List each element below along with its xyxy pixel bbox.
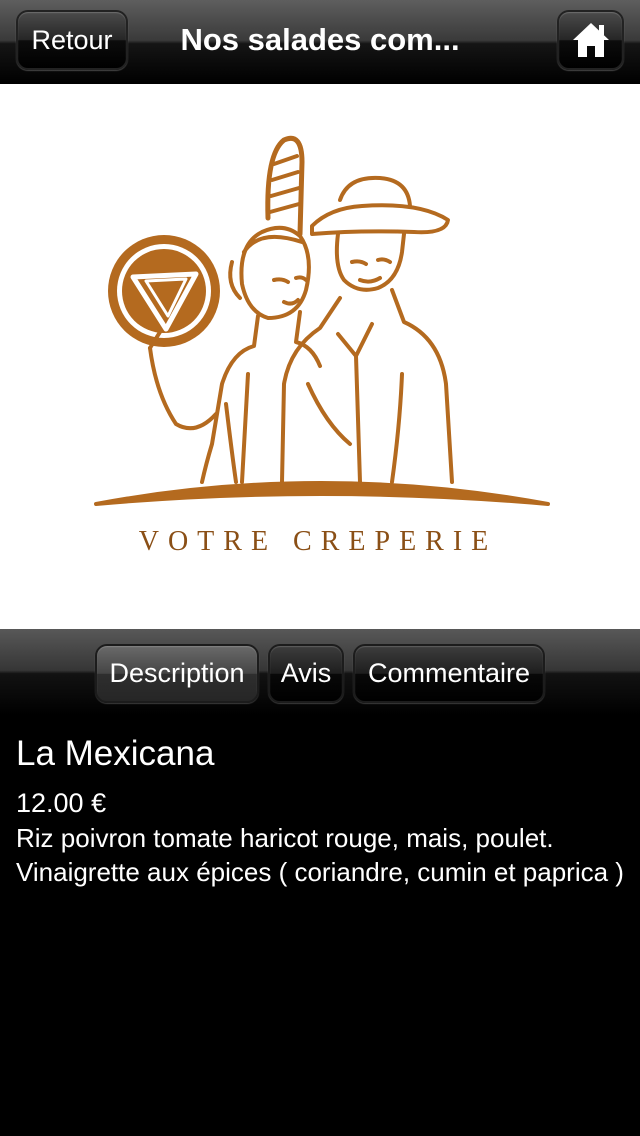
item-details: La Mexicana 12.00 € Riz poivron tomate h…	[16, 733, 624, 889]
restaurant-logo-banner: VOTRE CREPERIE	[0, 84, 640, 629]
item-price: 12.00 €	[16, 788, 107, 818]
home-icon	[572, 23, 609, 57]
brand-name: VOTRE CREPERIE	[139, 526, 498, 557]
item-name: La Mexicana	[16, 734, 215, 773]
tab-description[interactable]: Description	[95, 644, 259, 703]
tab-avis[interactable]: Avis	[268, 644, 344, 703]
navigation-bar: Retour Nos salades com...	[0, 0, 640, 84]
tab-commentaire[interactable]: Commentaire	[353, 644, 545, 703]
creperie-logo: VOTRE CREPERIE	[94, 135, 550, 557]
item-description: Riz poivron tomate haricot rouge, mais, …	[16, 823, 624, 887]
detail-tab-bar: Description Avis Commentaire	[0, 629, 640, 715]
page-title: Nos salades com...	[180, 22, 460, 57]
home-button[interactable]	[557, 10, 624, 70]
back-button[interactable]: Retour	[16, 10, 128, 70]
